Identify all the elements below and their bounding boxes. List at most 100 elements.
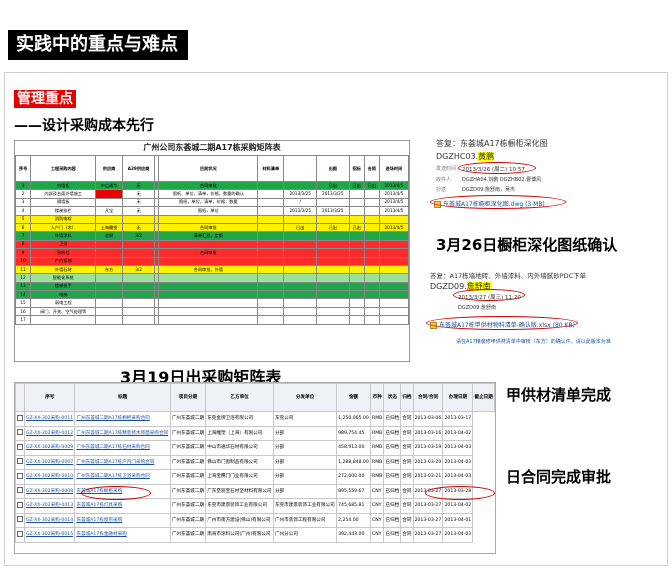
list-cell: 中山市通华石材有限公司 [205,440,274,456]
list-cell[interactable]: GZ-XX-302采购-0012 [24,425,76,441]
table-row[interactable]: GZ-XX-302采购-0012 广州东荟城二期A17栋精装修木饰面采购合同 广州东… [15,425,495,441]
matrix-cell [378,264,409,275]
matrix-cell [378,281,409,292]
matrix-cell: 3/2 [121,264,156,275]
matrix-cell: 厨房柜 [30,248,97,258]
list-cell: 合同 [400,440,414,456]
list-cell[interactable]: GZ-XX-302采购-0008 [24,483,76,499]
list-cell[interactable]: 东荟城A17栋金融材采购 [74,527,171,543]
list-cell[interactable]: GZ-XX-302采购-0013 [24,498,76,514]
list-cell: 合同 [400,425,414,441]
list-cell[interactable]: GZ-XX-302采购-0009 [24,440,76,456]
list-header-cell[interactable]: 金额 [336,383,371,412]
matrix-cell [348,189,365,199]
matrix-cell [363,189,380,199]
row-checkbox[interactable] [15,469,26,485]
list-cell[interactable]: 东荟城A17栋窗帘采购 [74,512,171,528]
matrix-cell [283,180,317,191]
row-checkbox[interactable] [15,425,26,441]
list-header-cell[interactable] [15,383,26,412]
list-header-cell[interactable]: 合同/合同 [412,383,444,412]
table-row[interactable]: GZ-XX-302采购-0014 东荟城A17栋窗帘采购 广州东荟城二期 广州市南方建… [15,512,495,528]
list-cell: 合同 [400,454,414,470]
list-header-cell[interactable]: 币种 [369,383,385,412]
list-cell: 2013-03-27 [412,512,444,528]
matrix-cell: 凡宝 [95,206,123,216]
matrix-cell [363,306,380,317]
table-row[interactable]: GZ-XX-302采购-0013 东荟城A17栋灯具采购 广州东荟城二期 东莞市建景装… [15,498,495,514]
matrix-cell [158,298,259,308]
list-header-cell[interactable]: 项目分期 [169,383,207,412]
row-checkbox[interactable] [15,411,26,427]
table-row[interactable]: GZ-XX-302采购-0009 广州东荟城二期A17栋石材采购合同 广州东荟城二期… [15,440,495,456]
list-header-cell[interactable]: 截止日期 [472,383,495,412]
list-cell: 272,000.00 [336,469,371,485]
matrix-cell [348,197,365,208]
matrix-cell [158,315,259,325]
matrix-cell: 消防电栓 [30,214,97,224]
sender-code: DGZD09. [430,282,467,291]
matrix-row: 4 楼梯扶栏 凡宝无图纸，单位 2013/3/25 2013/3/25 2013/4/5 [15,206,409,216]
row-checkbox[interactable] [15,440,26,456]
matrix-cell [158,281,259,292]
matrix-cell: 无 [121,206,156,216]
row-checkbox[interactable] [15,483,26,499]
list-cell: 广州东荟城二期 [169,454,207,470]
list-cell: 广州东荟城二期 [169,425,207,441]
list-header-cell[interactable]: 分发单位 [272,383,338,412]
list-cell: RMB [369,469,385,485]
list-cell: 广州东荟城二期 [169,483,207,499]
list-cell[interactable]: GZ-XX-302采购-0011 [24,411,76,427]
list-cell[interactable]: GZ-XX-302采购-0014 [24,512,76,528]
list-header-cell[interactable]: 归档 [400,383,414,412]
list-cell[interactable]: 广州东荟城二期A17栋精装修木饰面采购合同 [74,425,171,441]
matrix-cell [121,273,156,283]
matrix-header-cell: 工程采购内容 [30,155,97,182]
matrix-cell [378,239,409,250]
list-cell[interactable]: 广州东荟城二期A17栋卫浴采购合同 [74,469,171,485]
matrix-row: 14 电梯 [15,290,409,300]
list-cell[interactable]: 广州东荟城二期A17栋石材采购合同 [74,440,171,456]
table-row[interactable]: GZ-XX-302采购-0011 广州东荟城二期A17栋橱柜采购合同 广州东荟城二期… [15,411,495,427]
matrix-row: 15 弱电工程 [15,298,409,308]
row-checkbox[interactable] [15,512,26,528]
list-cell: 2013-04-02 [442,425,474,441]
row-checkbox[interactable] [15,498,26,514]
list-cell[interactable]: 广州东荟城二期A17栋橱柜采购合同 [74,411,171,427]
table-row[interactable]: GZ-XX-302采购-0010 广州东荟城二期A17栋卫浴采购合同 广州东荟城二期… [15,469,495,485]
highlight-oval [453,289,525,301]
row-checkbox[interactable] [15,527,26,543]
recv-label-1: 收件人 [436,177,452,183]
matrix-cell [257,189,285,199]
list-cell: 已归档 [383,454,402,470]
list-cell: 合同 [400,483,414,499]
list-cell[interactable]: 广州东荟城二期A17栋户内门采购合同 [74,454,171,470]
matrix-cell: 8 [15,239,32,250]
list-cell: 已归档 [383,469,402,485]
matrix-header-cell: 材料清单 [257,155,285,182]
list-cell: 2013-03-16 [412,425,444,441]
list-header-cell[interactable]: 乙方单位 [205,383,274,412]
list-cell[interactable]: 东荟城A17栋灯具采购 [74,498,171,514]
list-cell[interactable]: GZ-XX-302采购-0015 [24,527,76,543]
row-checkbox[interactable] [15,454,26,470]
list-cell: CNY [369,483,385,499]
list-cell[interactable]: GZ-XX-302采购-0007 [24,454,76,470]
matrix-row: 17 [15,315,409,325]
matrix-cell [378,290,409,300]
list-header-cell[interactable]: 标题 [74,383,171,412]
list-header-cell[interactable]: 办理日期 [442,383,474,412]
matrix-cell: 弱电工程 [30,298,97,308]
list-cell: 合同 [400,527,414,543]
table-row[interactable]: GZ-XX-302采购-0007 广州东荟城二期A17栋户内门采购合同 广州东荟城二… [15,454,495,470]
matrix-cell: 内部及台面外墙施工 [30,189,97,199]
table-row[interactable]: GZ-XX-302采购-0015 东荟城A17栋金融材采购 广州东荟城二期 南海市涂料… [15,527,495,543]
matrix-cell [316,197,350,208]
list-header-cell[interactable]: 序号 [24,383,76,412]
list-cell: 2013-04-01 [442,512,474,528]
list-cell[interactable]: GZ-XX-302采购-0010 [24,469,76,485]
list-header-cell[interactable]: 状态 [383,383,402,412]
matrix-cell [257,315,285,325]
matrix-cell: 图纸，单位，清单，价格，数量 [158,197,259,208]
matrix-cell: 外墙石材 [30,264,97,275]
